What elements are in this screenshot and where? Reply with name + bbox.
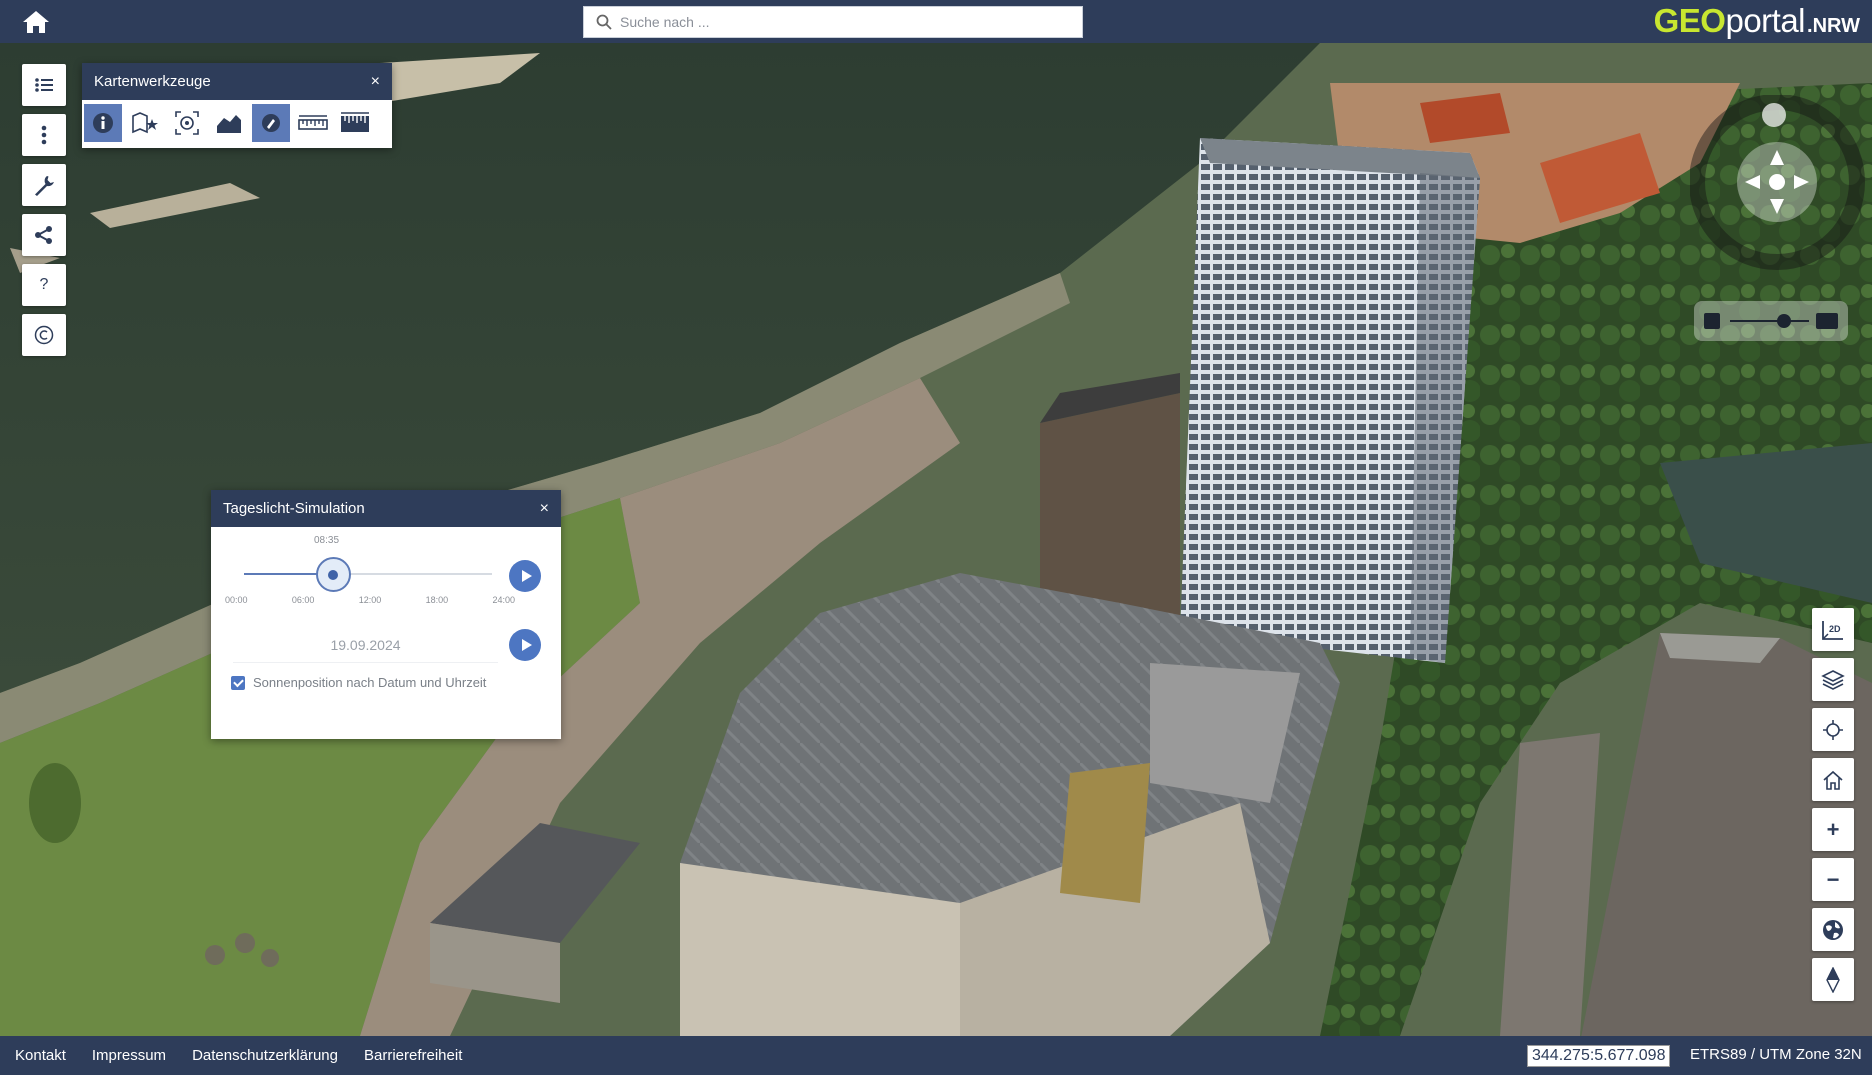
footer-link-kontakt[interactable]: Kontakt	[15, 1047, 66, 1064]
footer-links: Kontakt Impressum Datenschutzerklärung B…	[15, 1047, 462, 1064]
zoom-out-button[interactable]: −	[1812, 858, 1854, 901]
3d-scan-icon	[175, 111, 199, 135]
tilt-slider-track	[1704, 313, 1838, 329]
compass-widget[interactable]	[1690, 95, 1865, 270]
north-button[interactable]	[1812, 958, 1854, 1001]
sun-position-option: Sonnenposition nach Datum und Uhrzeit	[231, 675, 486, 690]
time-slider-ticks: 00:00 06:00 12:00 18:00 24:00	[225, 595, 515, 605]
help-icon: ?	[39, 276, 49, 293]
crosshair-icon	[1823, 719, 1843, 740]
time-slider-thumb[interactable]	[315, 557, 351, 592]
measure-height-icon	[341, 112, 369, 132]
geoportal-logo[interactable]: GEO portal .NRW	[1654, 2, 1860, 40]
kartenwerkzeuge-toolbar	[82, 100, 392, 146]
2d-label: 2D	[1829, 624, 1841, 634]
terrain-profile-tool-button[interactable]	[210, 104, 248, 142]
copyright-icon	[34, 325, 54, 345]
footer-link-impressum[interactable]: Impressum	[92, 1047, 166, 1064]
minus-icon: −	[1826, 866, 1840, 892]
logo-portal: portal	[1725, 2, 1806, 39]
kartenwerkzeuge-panel: Kartenwerkzeuge ×	[82, 63, 392, 148]
tageslicht-title: Tageslicht-Simulation	[223, 500, 365, 517]
plus-icon: +	[1826, 816, 1840, 842]
tageslicht-body: 08:35 00:00 06:00 12:00 18:00 24:00 19.0…	[211, 527, 561, 739]
bookmark-tool-button[interactable]	[126, 104, 164, 142]
coordinate-readout: 344.275:5.677.098	[1527, 1045, 1671, 1067]
current-time-label: 08:35	[314, 535, 340, 546]
zoom-in-button[interactable]: +	[1812, 808, 1854, 851]
home-view-button[interactable]	[1812, 758, 1854, 801]
logo-geo: GEO	[1653, 2, 1726, 39]
kartenwerkzeuge-header: Kartenwerkzeuge ×	[82, 63, 392, 100]
tilt-slider[interactable]	[1694, 301, 1848, 341]
date-field[interactable]: 19.09.2024	[233, 627, 498, 663]
footer-link-datenschutz[interactable]: Datenschutzerklärung	[192, 1047, 338, 1064]
north-arrow-icon	[1826, 966, 1840, 993]
share-button[interactable]	[22, 214, 66, 256]
tick-label: 18:00	[425, 595, 449, 605]
kartenwerkzeuge-close-button[interactable]: ×	[371, 73, 380, 91]
copyright-button[interactable]	[22, 314, 66, 356]
2d-view-icon: 2D	[1822, 620, 1843, 640]
tageslicht-close-button[interactable]: ×	[540, 500, 549, 518]
info-tool-button[interactable]	[84, 104, 122, 142]
left-toolbar: ?	[22, 64, 66, 356]
wrench-icon	[35, 176, 54, 196]
kartenwerkzeuge-title: Kartenwerkzeuge	[94, 73, 211, 90]
search-icon	[596, 14, 612, 30]
daylight-tool-button[interactable]	[252, 104, 290, 142]
footer-link-barrierefreiheit[interactable]: Barrierefreiheit	[364, 1047, 462, 1064]
top-bar: GEO portal .NRW	[0, 0, 1872, 43]
daylight-icon	[262, 114, 280, 132]
crs-label[interactable]: ETRS89 / UTM Zone 32N	[1690, 1046, 1862, 1063]
home-button[interactable]	[16, 6, 56, 38]
sun-position-checkbox[interactable]	[231, 675, 245, 690]
sun-position-label: Sonnenposition nach Datum und Uhrzeit	[253, 675, 487, 690]
logo-nrw: .NRW	[1807, 15, 1860, 37]
globe-icon	[1823, 919, 1843, 940]
house-outline-icon	[1823, 770, 1843, 790]
tick-label: 06:00	[291, 595, 315, 605]
2d-toggle-button[interactable]: 2D	[1812, 608, 1854, 651]
home-icon	[23, 11, 49, 33]
tick-label: 12:00	[358, 595, 382, 605]
date-play-button[interactable]	[509, 629, 541, 661]
help-button[interactable]: ?	[22, 264, 66, 306]
tick-label: 24:00	[492, 595, 515, 605]
layer-tree-button[interactable]	[22, 64, 66, 106]
locate-button[interactable]	[1812, 708, 1854, 751]
right-toolbar: 2D + −	[1812, 608, 1854, 1001]
search-bar[interactable]	[583, 6, 1083, 38]
tageslicht-panel: Tageslicht-Simulation × 08:35 00:00 06:0…	[211, 490, 561, 739]
share-icon	[35, 226, 52, 244]
tick-label: 00:00	[225, 595, 248, 605]
layers-button[interactable]	[1812, 658, 1854, 701]
list-icon	[35, 78, 53, 92]
info-icon	[93, 113, 113, 133]
measure-distance-icon	[298, 115, 328, 130]
tools-button[interactable]	[22, 164, 66, 206]
more-menu-button[interactable]	[22, 114, 66, 156]
globe-button[interactable]	[1812, 908, 1854, 951]
terrain-profile-icon	[217, 115, 241, 133]
map-star-icon	[132, 112, 158, 134]
footer: Kontakt Impressum Datenschutzerklärung B…	[0, 1036, 1872, 1075]
tageslicht-header: Tageslicht-Simulation ×	[211, 490, 561, 527]
search-input[interactable]	[620, 14, 1060, 30]
viewshed-tool-button[interactable]	[168, 104, 206, 142]
time-play-button[interactable]	[509, 560, 541, 592]
measure-height-tool-button[interactable]	[336, 104, 374, 142]
layers-icon	[1821, 669, 1845, 690]
measure-distance-tool-button[interactable]	[294, 104, 332, 142]
more-vertical-icon	[41, 125, 47, 145]
